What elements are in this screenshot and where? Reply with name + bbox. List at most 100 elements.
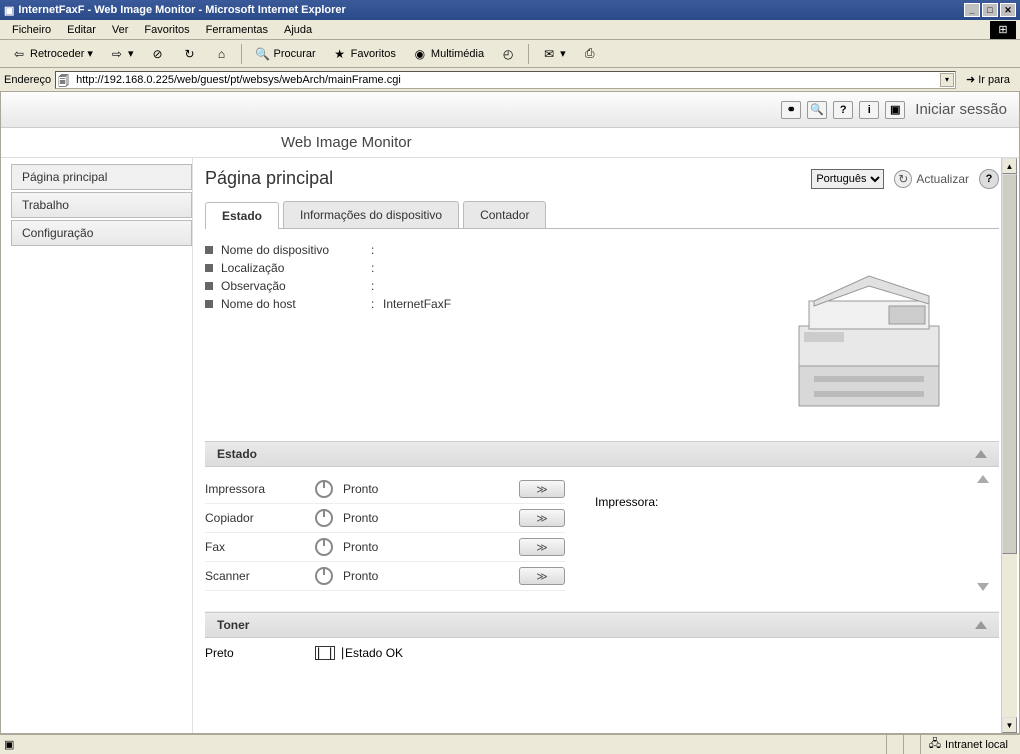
home-icon: ⌂ xyxy=(213,46,229,62)
scroll-up-icon[interactable] xyxy=(977,475,989,483)
close-button[interactable]: ✕ xyxy=(1000,3,1016,17)
status-name: Impressora xyxy=(205,482,315,496)
refresh-button[interactable]: ↻ Actualizar xyxy=(894,170,969,188)
collapse-icon[interactable] xyxy=(975,450,987,458)
status-state: Pronto xyxy=(343,511,519,525)
minimize-button[interactable]: _ xyxy=(964,3,980,17)
back-arrow-icon: ⇦ xyxy=(11,46,27,62)
scroll-down-icon[interactable] xyxy=(977,583,989,591)
prop-label: Observação xyxy=(221,279,371,293)
sidebar: Página principal Trabalho Configuração xyxy=(1,158,193,733)
top-nav-strip: ⚭ 🔍 ? i ▣ Iniciar sessão xyxy=(1,92,1019,128)
dropdown-icon: ▾ xyxy=(560,47,566,60)
history-icon: ◴ xyxy=(500,46,516,62)
sidebar-item-label: Página principal xyxy=(22,170,107,184)
ie-logo-icon: ⊞ xyxy=(990,21,1016,39)
go-button[interactable]: ➜ Ir para xyxy=(960,71,1016,88)
help-icon[interactable]: ? xyxy=(833,101,853,119)
search-button[interactable]: 🔍 Procurar xyxy=(247,43,322,65)
collapse-icon[interactable] xyxy=(975,621,987,629)
menu-tools[interactable]: Ferramentas xyxy=(198,22,276,38)
device-info-block: Nome do dispositivo : Localização : Obse… xyxy=(205,241,999,421)
zone-label: Intranet local xyxy=(945,739,1008,751)
status-detail-button[interactable]: ≫ xyxy=(519,480,565,498)
bullet-icon xyxy=(205,264,213,272)
prop-row: Localização : xyxy=(205,259,739,277)
status-detail-button[interactable]: ≫ xyxy=(519,538,565,556)
tab-counter[interactable]: Contador xyxy=(463,201,546,228)
window-titlebar: ▣ InternetFaxF - Web Image Monitor - Mic… xyxy=(0,0,1020,20)
address-label: Endereço xyxy=(4,74,51,86)
sidebar-item-config[interactable]: Configuração xyxy=(11,220,192,246)
status-detail-button[interactable]: ≫ xyxy=(519,567,565,585)
language-select[interactable]: Português xyxy=(811,169,884,189)
search-label: Procurar xyxy=(273,48,315,60)
intranet-icon: 🖧 xyxy=(929,735,941,754)
scroll-thumb[interactable] xyxy=(1002,174,1017,554)
favorites-label: Favoritos xyxy=(351,48,396,60)
detail-label: Impressora: xyxy=(595,475,999,509)
forward-button[interactable]: ⇨ ▾ xyxy=(102,43,141,65)
mail-button[interactable]: ✉▾ xyxy=(534,43,573,65)
stop-button[interactable]: ⊘ xyxy=(142,43,172,65)
menu-help[interactable]: Ajuda xyxy=(276,22,320,38)
tab-label: Estado xyxy=(222,209,262,223)
login-link[interactable]: Iniciar sessão xyxy=(915,101,1007,118)
search-tool-icon[interactable]: 🔍 xyxy=(807,101,827,119)
login-icon[interactable]: ▣ xyxy=(885,101,905,119)
refresh-icon: ↻ xyxy=(181,46,197,62)
status-icon: ▣ xyxy=(4,738,14,751)
menu-bar: Ficheiro Editar Ver Favoritos Ferramenta… xyxy=(0,20,1020,40)
refresh-button[interactable]: ↻ xyxy=(174,43,204,65)
power-icon xyxy=(315,480,333,498)
status-cell xyxy=(886,735,903,754)
status-state: Pronto xyxy=(343,569,519,583)
tab-status[interactable]: Estado xyxy=(205,202,279,229)
maximize-button[interactable]: □ xyxy=(982,3,998,17)
menu-file[interactable]: Ficheiro xyxy=(4,22,59,38)
bullet-icon xyxy=(205,282,213,290)
status-row-copier: Copiador Pronto ≫ xyxy=(205,504,565,533)
sidebar-item-job[interactable]: Trabalho xyxy=(11,192,192,218)
search-icon: 🔍 xyxy=(254,46,270,62)
address-input[interactable] xyxy=(55,71,956,89)
favorites-button[interactable]: ★ Favoritos xyxy=(325,43,403,65)
scroll-down-button[interactable]: ▼ xyxy=(1002,717,1017,733)
media-label: Multimédia xyxy=(431,48,484,60)
back-label: Retroceder xyxy=(30,48,84,60)
section-title: Estado xyxy=(217,447,257,461)
status-detail-button[interactable]: ≫ xyxy=(519,509,565,527)
page-help-button[interactable]: ? xyxy=(979,169,999,189)
menu-favorites[interactable]: Favoritos xyxy=(136,22,197,38)
address-dropdown-button[interactable]: ▾ xyxy=(940,73,954,87)
print-button[interactable]: ⎙ xyxy=(575,43,605,65)
prop-value: InternetFaxF xyxy=(383,297,451,311)
toolbar: ⇦ Retroceder ▾ ⇨ ▾ ⊘ ↻ ⌂ 🔍 Procurar ★ Fa… xyxy=(0,40,1020,68)
page-header: Página principal Português ↻ Actualizar … xyxy=(205,168,999,189)
vertical-scrollbar[interactable]: ▲ ▼ xyxy=(1001,158,1017,733)
link-icon[interactable]: ⚭ xyxy=(781,101,801,119)
menu-view[interactable]: Ver xyxy=(104,22,137,38)
menu-edit[interactable]: Editar xyxy=(59,22,104,38)
media-icon: ◉ xyxy=(412,46,428,62)
back-button[interactable]: ⇦ Retroceder ▾ xyxy=(4,43,100,65)
prop-row: Nome do dispositivo : xyxy=(205,241,739,259)
status-name: Copiador xyxy=(205,511,315,525)
home-button[interactable]: ⌂ xyxy=(206,43,236,65)
sidebar-item-home[interactable]: Página principal xyxy=(11,164,192,190)
prop-row: Nome do host : InternetFaxF xyxy=(205,295,739,313)
browser-status-bar: ▣ 🖧 Intranet local xyxy=(0,734,1020,754)
media-button[interactable]: ◉ Multimédia xyxy=(405,43,491,65)
refresh-label: Actualizar xyxy=(916,172,969,186)
history-button[interactable]: ◴ xyxy=(493,43,523,65)
page-icon: 🗐 xyxy=(58,73,72,87)
info-icon[interactable]: i xyxy=(859,101,879,119)
section-header-status: Estado xyxy=(205,441,999,467)
status-row-scanner: Scanner Pronto ≫ xyxy=(205,562,565,591)
scroll-up-button[interactable]: ▲ xyxy=(1002,158,1017,174)
device-image xyxy=(739,241,999,421)
refresh-icon: ↻ xyxy=(894,170,912,188)
main-panel: Página principal Português ↻ Actualizar … xyxy=(193,158,1019,733)
tab-device-info[interactable]: Informações do dispositivo xyxy=(283,201,459,228)
toner-level-icon: ⎹⎹⎹ xyxy=(315,646,335,660)
